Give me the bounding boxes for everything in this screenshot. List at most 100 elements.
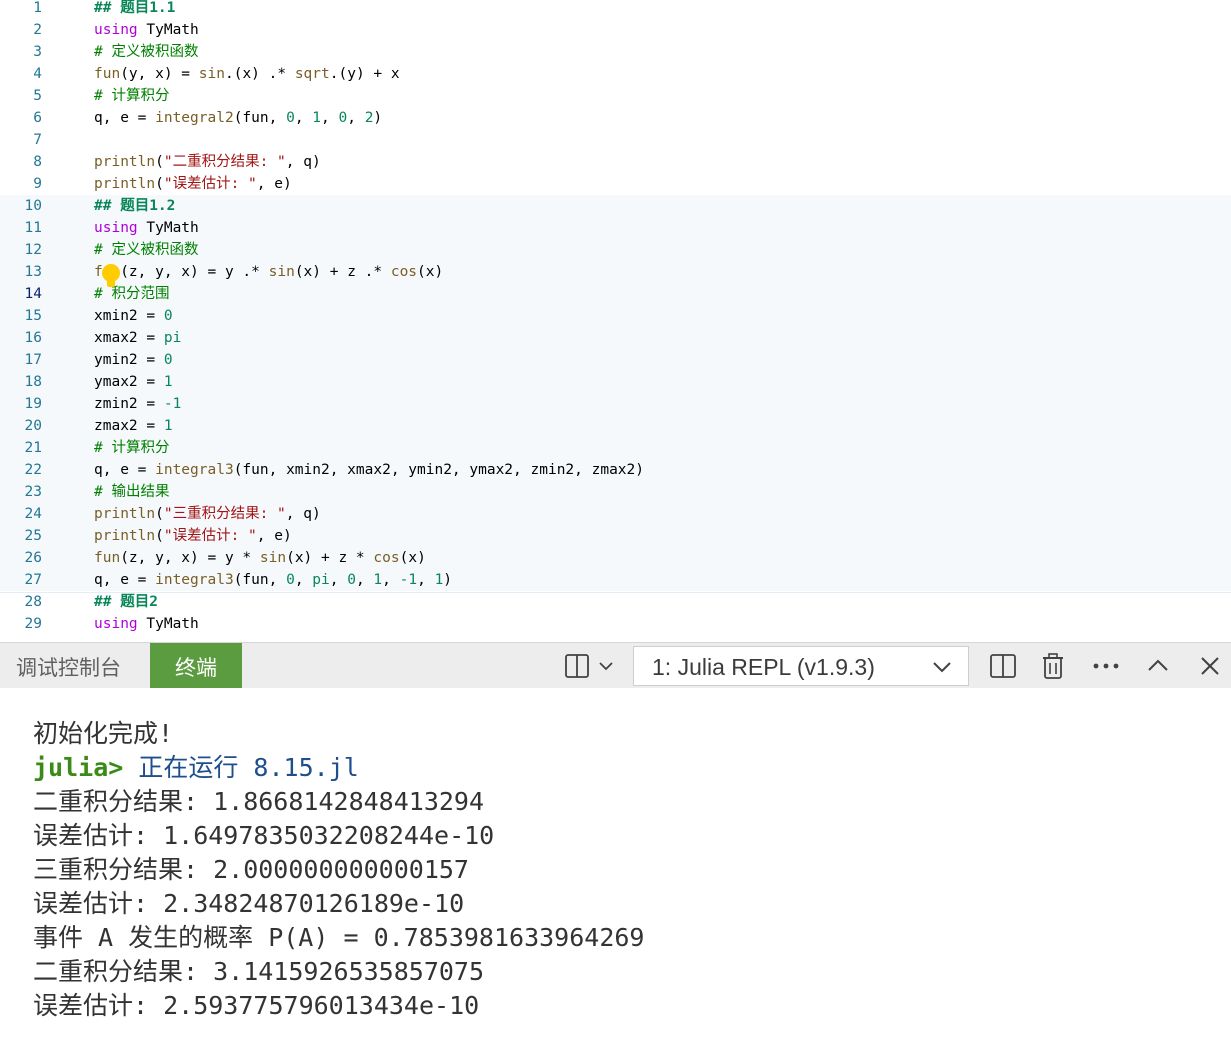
line-number: 7 (33, 132, 42, 148)
lightbulb-base (107, 281, 115, 287)
more-icon[interactable] (1089, 650, 1123, 682)
code-token: , (329, 572, 348, 588)
code-token: q, e = (94, 572, 156, 588)
code-token: ymax2 = (94, 374, 164, 390)
code-editor[interactable]: 1 ## 题目1.1 2 using TyMath 3 # 定义被积函数 4 fun(y, x… (0, 0, 1231, 640)
code-line[interactable]: 1 ## 题目1.1 (0, 0, 1231, 19)
code-token: ) (443, 572, 453, 588)
code-token: (x) + z * (286, 550, 374, 566)
code-line[interactable]: 20 zmax2 = 1 (0, 415, 1231, 437)
split-terminal-icon[interactable] (986, 650, 1020, 682)
code-token: 1 (434, 572, 444, 588)
code-line[interactable]: 17 ymin2 = 0 (0, 349, 1231, 371)
code-token: # 计算积分 (94, 440, 170, 456)
run-message: 正在运行 8.15.jl (123, 753, 359, 782)
terminal-select[interactable]: 1: Julia REPL (v1.9.3) (633, 646, 969, 686)
code-line[interactable]: 28 ## 题目2 (0, 591, 1231, 613)
code-line[interactable]: 13 f (z, y, x) = y .* sin(x) + z .* cos(x… (0, 261, 1231, 283)
code-token: , (417, 572, 435, 588)
code-line[interactable]: 12 # 定义被积函数 (0, 239, 1231, 261)
code-token: (z, y, x) = y .* (120, 264, 269, 280)
line-number: 10 (24, 198, 42, 214)
trash-icon[interactable] (1036, 650, 1070, 682)
code-token: println (94, 154, 156, 170)
line-number: 29 (24, 616, 42, 632)
code-text: # 定义被积函数 (94, 41, 198, 63)
terminal-line: 二重积分结果: 1.8668142848413294 (33, 787, 485, 816)
code-token: using (94, 616, 138, 632)
code-line[interactable]: 19 zmin2 = -1 (0, 393, 1231, 415)
code-line[interactable]: 8 println("二重积分结果: ", q) (0, 151, 1231, 173)
split-layout-icon[interactable] (560, 650, 594, 682)
code-line[interactable]: 11 using TyMath (0, 217, 1231, 239)
code-line[interactable]: 15 xmin2 = 0 (0, 305, 1231, 327)
code-token: 1 (312, 110, 322, 126)
code-text: q, e = integral3(fun, xmin2, xmax2, ymin… (94, 459, 644, 481)
code-token: 1 (373, 572, 383, 588)
close-icon[interactable] (1193, 650, 1227, 682)
code-token: , q) (285, 506, 321, 522)
code-line[interactable]: 27 q, e = integral3(fun, 0, pi, 0, 1, -1,… (0, 569, 1231, 591)
code-token: , q) (285, 154, 321, 170)
code-token: 0 (163, 352, 173, 368)
code-token: pi (312, 572, 330, 588)
code-line[interactable]: 2 using TyMath (0, 19, 1231, 41)
code-line[interactable]: 14 # 积分范围 (0, 283, 1231, 305)
line-number: 26 (24, 550, 42, 566)
julia-prompt: julia> (33, 753, 124, 782)
code-line[interactable]: 3 # 定义被积函数 (0, 41, 1231, 63)
code-token: 0 (338, 110, 348, 126)
code-token: , (294, 572, 313, 588)
code-line[interactable]: 25 println("误差估计: ", e) (0, 525, 1231, 547)
code-token: ## 题目1.2 (94, 198, 176, 214)
code-line[interactable]: 18 ymax2 = 1 (0, 371, 1231, 393)
line-number: 13 (24, 264, 42, 280)
code-line[interactable]: 22 q, e = integral3(fun, xmin2, xmax2, ym… (0, 459, 1231, 481)
code-token: ) (373, 110, 383, 126)
code-token: .(x) .* (224, 66, 295, 82)
code-token: (y, x) = (120, 66, 199, 82)
line-number: 15 (24, 308, 42, 324)
code-text: # 积分范围 (94, 283, 169, 305)
code-token: 1 (163, 418, 173, 434)
code-token: sin (259, 550, 287, 566)
code-token: sin (198, 66, 225, 82)
code-token: 0 (286, 572, 295, 588)
line-number: 11 (24, 220, 42, 236)
code-text: xmin2 = 0 (94, 305, 173, 327)
code-token: -1 (163, 396, 182, 412)
code-token: , (347, 110, 365, 126)
code-line[interactable]: 4 fun(y, x) = sin.(x) .* sqrt.(y) + x (0, 63, 1231, 85)
code-line[interactable]: 10 ## 题目1.2 (0, 195, 1231, 217)
chevron-down-icon[interactable] (592, 650, 620, 682)
tab-debug-console[interactable]: 调试控制台 (16, 643, 121, 689)
code-line[interactable]: 9 println("误差估计: ", e) (0, 173, 1231, 195)
code-token: 1 (163, 374, 173, 390)
code-line[interactable]: 26 fun(z, y, x) = y * sin(x) + z * cos(x) (0, 547, 1231, 569)
line-number: 6 (33, 110, 42, 126)
code-text: using TyMath (94, 217, 199, 239)
terminal-output[interactable]: 初始化完成! julia> 正在运行 8.15.jl 二重积分结果: 1.866… (0, 688, 1231, 1050)
code-token: ## 题目1.1 (94, 0, 176, 16)
lightbulb-icon[interactable] (102, 264, 120, 282)
code-line[interactable]: 5 # 计算积分 (0, 85, 1231, 107)
code-line[interactable]: 16 xmax2 = pi (0, 327, 1231, 349)
code-line[interactable]: 21 # 计算积分 (0, 437, 1231, 459)
line-number: 24 (24, 506, 42, 522)
code-token: , e) (256, 176, 292, 192)
code-token: println (94, 528, 156, 544)
code-line[interactable]: 7 (0, 129, 1231, 151)
code-line[interactable]: 29 using TyMath (0, 613, 1231, 635)
line-number: 14 (24, 286, 42, 302)
line-number: 18 (24, 374, 42, 390)
tab-terminal[interactable]: 终端 (150, 643, 242, 689)
code-line[interactable]: 24 println("三重积分结果: ", q) (0, 503, 1231, 525)
chevron-up-icon[interactable] (1141, 650, 1175, 682)
code-token: (z, y, x) = y * (120, 550, 260, 566)
code-token: # 积分范围 (94, 286, 170, 302)
code-line[interactable]: 6 q, e = integral2(fun, 0, 1, 0, 2) (0, 107, 1231, 129)
line-number: 2 (33, 22, 42, 38)
code-token: q, e = (94, 462, 156, 478)
line-number: 27 (24, 572, 42, 588)
code-line[interactable]: 23 # 输出结果 (0, 481, 1231, 503)
